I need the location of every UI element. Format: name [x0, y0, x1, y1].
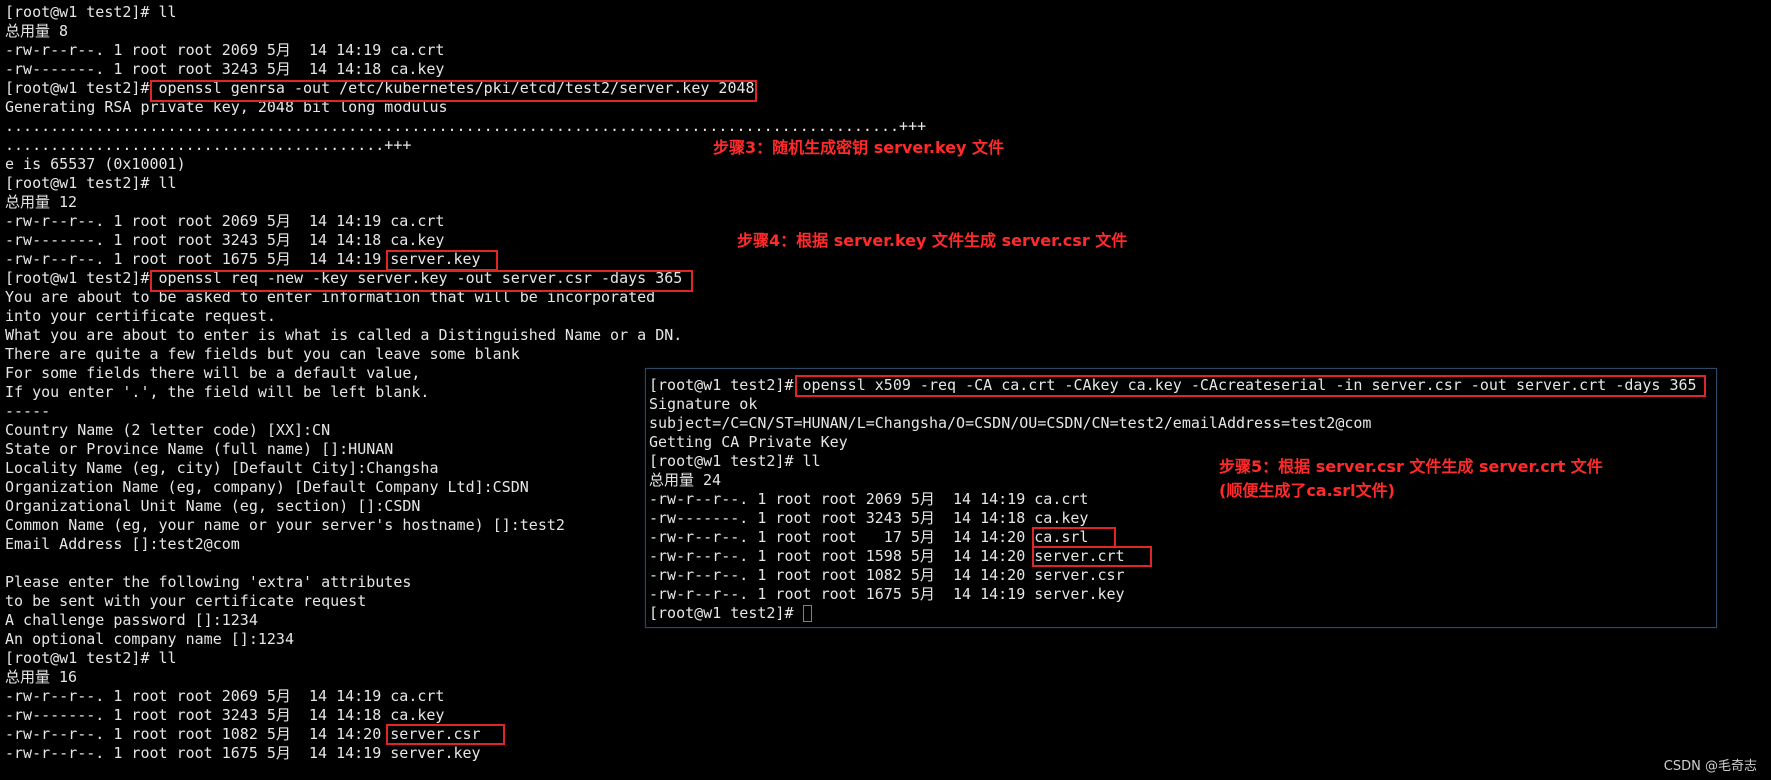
terminal-line: Organizational Unit Name (eg, section) [… — [5, 497, 421, 515]
overlay-line: -rw-r--r--. 1 root root 2069 5月 14 14:19… — [649, 490, 1089, 508]
terminal-line: Common Name (eg, your name or your serve… — [5, 516, 565, 534]
terminal-line: -rw-------. 1 root root 3243 5月 14 14:18… — [5, 231, 445, 249]
overlay-line: -rw-r--r--. 1 root root 1082 5月 14 14:20… — [649, 566, 1125, 584]
overlay-line: -rw-r--r--. 1 root root 17 5月 14 14:20 c… — [649, 528, 1089, 546]
terminal-line: A challenge password []:1234 — [5, 611, 258, 629]
terminal-line: -rw-r--r--. 1 root root 2069 5月 14 14:19… — [5, 212, 445, 230]
step5-note: (顺便生成了ca.srl文件) — [1219, 481, 1395, 500]
terminal-line: [root@w1 test2]# ll — [5, 649, 177, 667]
terminal-line: ----- — [5, 402, 51, 420]
csdn-watermark: CSDN @毛奇志 — [1663, 759, 1757, 774]
step5-annotation: 步骤5：根据 server.csr 文件生成 server.crt 文件 — [1219, 457, 1603, 476]
step3-annotation: 步骤3：随机生成密钥 server.key 文件 — [713, 138, 1005, 157]
terminal-line: 总用量 8 — [5, 22, 69, 40]
overlay-line: -rw-r--r--. 1 root root 1598 5月 14 14:20… — [649, 547, 1125, 565]
terminal-line: Please enter the following 'extra' attri… — [5, 573, 412, 591]
terminal-line: -rw-r--r--. 1 root root 1675 5月 14 14:19… — [5, 250, 481, 268]
overlay-terminal-window[interactable]: [root@w1 test2]# openssl x509 -req -CA c… — [645, 368, 1717, 628]
terminal-line: into your certificate request. — [5, 307, 276, 325]
overlay-line: [root@w1 test2]# ll — [649, 452, 821, 470]
terminal-line: 总用量 12 — [5, 193, 78, 211]
terminal-line: ........................................… — [5, 117, 927, 135]
overlay-line: [root@w1 test2]# openssl x509 -req -CA c… — [649, 376, 1697, 394]
overlay-line: subject=/C=CN/ST=HUNAN/L=Changsha/O=CSDN… — [649, 414, 1372, 432]
terminal-line: Email Address []:test2@com — [5, 535, 240, 553]
terminal-line: ........................................… — [5, 136, 412, 154]
terminal-line: -rw-------. 1 root root 3243 5月 14 14:18… — [5, 706, 445, 724]
terminal-line: An optional company name []:1234 — [5, 630, 294, 648]
terminal-line: You are about to be asked to enter infor… — [5, 288, 656, 306]
terminal-line: -rw-r--r--. 1 root root 2069 5月 14 14:19… — [5, 687, 445, 705]
terminal-line: State or Province Name (full name) []:HU… — [5, 440, 394, 458]
terminal-line: [root@w1 test2]# openssl genrsa -out /et… — [5, 79, 755, 97]
terminal-line: to be sent with your certificate request — [5, 592, 367, 610]
terminal-line: 总用量 16 — [5, 668, 78, 686]
overlay-line: Signature ok — [649, 395, 758, 413]
overlay-line: Getting CA Private Key — [649, 433, 848, 451]
terminal-line: If you enter '.', the field will be left… — [5, 383, 430, 401]
terminal-line: For some fields there will be a default … — [5, 364, 421, 382]
step4-annotation: 步骤4：根据 server.key 文件生成 server.csr 文件 — [737, 231, 1128, 250]
terminal-line: Organization Name (eg, company) [Default… — [5, 478, 529, 496]
terminal-line: -rw-r--r--. 1 root root 1082 5月 14 14:20… — [5, 725, 481, 743]
terminal-line: [root@w1 test2]# openssl req -new -key s… — [5, 269, 683, 287]
terminal-line: e is 65537 (0x10001) — [5, 155, 186, 173]
overlay-line: -rw-r--r--. 1 root root 1675 5月 14 14:19… — [649, 585, 1125, 603]
terminal-line: Locality Name (eg, city) [Default City]:… — [5, 459, 439, 477]
terminal-line: -rw-------. 1 root root 3243 5月 14 14:18… — [5, 60, 445, 78]
overlay-line: [root@w1 test2]# — [649, 604, 803, 622]
terminal-line: -rw-r--r--. 1 root root 1675 5月 14 14:19… — [5, 744, 481, 762]
overlay-line: -rw-------. 1 root root 3243 5月 14 14:18… — [649, 509, 1089, 527]
terminal-line: Country Name (2 letter code) [XX]:CN — [5, 421, 331, 439]
terminal-line: [root@w1 test2]# ll — [5, 174, 177, 192]
terminal-line: -rw-r--r--. 1 root root 2069 5月 14 14:19… — [5, 41, 445, 59]
terminal-line: Generating RSA private key, 2048 bit lon… — [5, 98, 448, 116]
terminal-line: There are quite a few fields but you can… — [5, 345, 520, 363]
terminal-line: [root@w1 test2]# ll — [5, 3, 177, 21]
overlay-line: 总用量 24 — [649, 471, 722, 489]
terminal-line: What you are about to enter is what is c… — [5, 326, 683, 344]
terminal-cursor[interactable] — [803, 605, 812, 622]
terminal-window[interactable]: [root@w1 test2]# ll 总用量 8 -rw-r--r--. 1 … — [0, 0, 1771, 780]
